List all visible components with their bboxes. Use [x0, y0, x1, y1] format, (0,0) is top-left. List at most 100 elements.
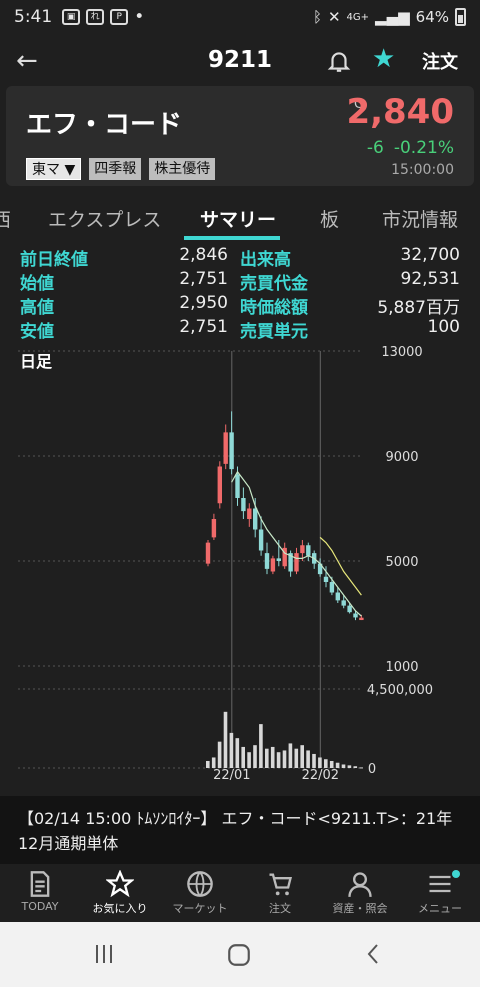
person-icon	[348, 872, 372, 897]
quote-card: エフ・コード C 2,840 -6 -0.21% 15:00:00 東マ ▼ 四季…	[6, 86, 474, 186]
volume-bar	[259, 724, 263, 768]
app-header: ← 9211 ★ 注文	[0, 38, 480, 84]
tab-board[interactable]: 板	[320, 205, 339, 232]
ma-short-line	[231, 470, 362, 617]
candle-body	[353, 613, 358, 618]
tab-market-info[interactable]: 市況情報	[382, 205, 458, 232]
home-icon[interactable]	[226, 942, 252, 968]
candle-body	[347, 605, 352, 613]
nav-market[interactable]: マーケット	[160, 866, 240, 922]
stat-value: 2,751	[179, 317, 228, 337]
tab-underline	[184, 236, 280, 240]
volume-bar	[211, 757, 216, 768]
candle-body	[341, 600, 346, 606]
volume-bar	[223, 711, 228, 768]
candle-body	[205, 542, 211, 564]
network-label: 4G+	[346, 11, 370, 23]
volume-bar	[318, 757, 322, 768]
gallery-icon: ▣	[62, 9, 81, 25]
y-tick-label: 13000	[381, 345, 422, 360]
y-tick-label: 9000	[385, 450, 418, 465]
candle-body	[241, 498, 246, 512]
shikiho-button[interactable]: 四季報	[89, 158, 142, 180]
favorite-star-icon[interactable]: ★	[372, 44, 395, 74]
volume-tick-label: 4,500,000	[367, 683, 433, 698]
candle-body	[300, 545, 305, 554]
news-ticker[interactable]: 【02/14 15:00 ﾄﾑｿﾝﾛｲﾀｰ】 エフ・コード<9211.T>：21…	[0, 796, 480, 864]
tab-express[interactable]: エクスプレス	[48, 205, 161, 232]
stat-label: 売買代金	[240, 274, 308, 294]
shareholder-benefit-button[interactable]: 株主優待	[149, 158, 216, 180]
volume-bar	[235, 738, 240, 768]
candle-body	[253, 508, 258, 530]
back-icon[interactable]	[362, 942, 386, 966]
volume-bar	[341, 764, 346, 768]
nav-label: メニュー	[418, 902, 462, 915]
volume-bar	[270, 746, 275, 768]
candle-body	[211, 519, 217, 538]
stat-row: 始値 2,751 売買代金 92,531	[0, 269, 480, 294]
candle-body	[323, 576, 329, 582]
volume-bar	[253, 745, 257, 768]
candle-body	[359, 617, 364, 621]
volume-bar	[353, 766, 358, 768]
candle-body	[335, 592, 340, 601]
stat-row: 前日終値 2,846 出来高 32,700	[0, 245, 480, 270]
status-bar: 5:41 ▣ れ P • ᛒ ✕ 4G+ ▂▄▆ 64%	[0, 0, 480, 34]
volume-bar	[265, 748, 269, 768]
tab-summary[interactable]: サマリー	[200, 205, 276, 232]
y-tick-label: 1000	[385, 660, 418, 675]
stock-tags: 東マ ▼ 四季報 株主優待	[26, 158, 216, 180]
nav-label: 注文	[269, 902, 291, 915]
nav-favorites[interactable]: お気に入り	[80, 866, 160, 922]
volume-bar	[329, 760, 334, 768]
volume-bar	[229, 732, 234, 768]
volume-bar	[282, 750, 287, 768]
notification-dot	[452, 870, 460, 878]
paypay-icon: P	[110, 9, 129, 25]
stat-label: 前日終値	[20, 250, 88, 270]
volume-bar	[276, 752, 281, 768]
nav-order[interactable]: 注文	[240, 866, 320, 922]
stat-value: 100	[427, 317, 460, 337]
app-icon: れ	[86, 9, 105, 25]
tab-prev[interactable]: 西	[0, 205, 11, 232]
volume-bar	[306, 750, 310, 768]
candle-body	[276, 558, 281, 561]
stat-label: 時価総額	[240, 298, 308, 318]
candle-body	[235, 474, 240, 498]
stat-row: 安値 2,751 売買単元 100	[0, 317, 480, 342]
volume-bar	[312, 753, 316, 768]
chart-title: 日足	[20, 352, 53, 371]
nav-assets[interactable]: 資産・照会	[320, 866, 400, 922]
mute-icon: ✕	[327, 8, 341, 26]
price-change: -6 -0.21%	[367, 138, 454, 158]
stat-value: 92,531	[400, 269, 460, 289]
market-select[interactable]: 東マ ▼	[26, 158, 82, 180]
candle-body	[270, 558, 276, 572]
volume-bar	[294, 748, 299, 768]
volume-bar	[241, 746, 245, 768]
nav-label: 資産・照会	[332, 902, 388, 915]
stat-value: 5,887百万	[377, 298, 460, 318]
doc-icon	[30, 871, 50, 897]
bell-icon[interactable]	[326, 48, 352, 74]
change-percent: -0.21%	[393, 138, 454, 158]
x-tick-label: 22/01	[213, 768, 250, 780]
recents-icon[interactable]	[92, 942, 116, 966]
volume-bar	[206, 760, 210, 768]
price-chart[interactable]: 日足 13000 9000 5000 1000 4,500,000 0 22/01 22/02	[0, 340, 480, 780]
stock-code: 9211	[207, 47, 272, 73]
stat-value: 2,751	[179, 269, 228, 289]
nav-label: お気に入り	[92, 902, 148, 915]
volume-tick-label: 0	[368, 762, 376, 777]
candle-body	[294, 553, 299, 572]
nav-today[interactable]: TODAY	[0, 866, 80, 922]
order-button[interactable]: 注文	[422, 48, 458, 74]
nav-menu[interactable]: メニュー	[400, 866, 480, 922]
candle-body	[264, 553, 270, 569]
bluetooth-icon: ᛒ	[312, 8, 322, 26]
volume-bar	[217, 741, 222, 768]
quote-time: 15:00:00	[391, 162, 454, 178]
globe-icon	[187, 871, 213, 897]
